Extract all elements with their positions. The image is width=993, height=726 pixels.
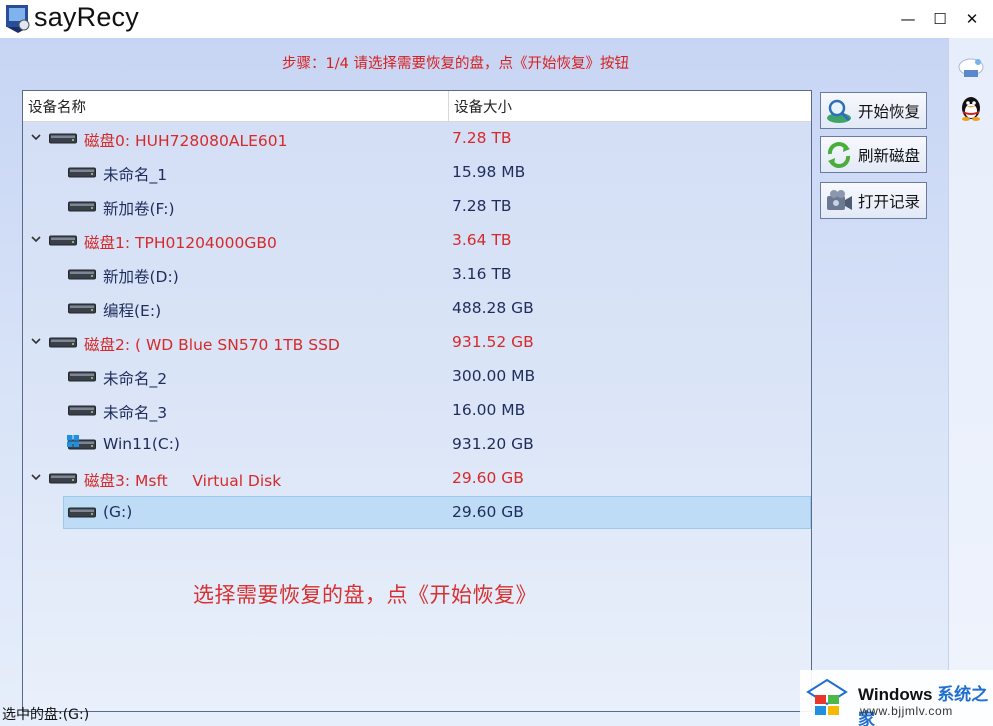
windows-logo-icon: [806, 678, 848, 715]
partition-row[interactable]: 未命名_3 16.00 MB: [23, 394, 811, 428]
hard-drive-icon: [68, 507, 96, 518]
column-header-device-size[interactable]: 设备大小: [454, 96, 512, 117]
device-list-header: 设备名称 设备大小: [23, 91, 811, 122]
column-separator[interactable]: [448, 91, 449, 121]
hint-text: 选择需要恢复的盘，点《开始恢复》: [193, 583, 537, 607]
device-list[interactable]: 设备名称 设备大小 磁盘0: HUH728080ALE601 7.28 TB 未命名…: [22, 90, 812, 712]
partition-row[interactable]: 新加卷(F:) 7.28 TB: [23, 190, 811, 224]
watermark-title-a: Windows: [858, 685, 938, 704]
disk-row[interactable]: 磁盘0: HUH728080ALE601 7.28 TB: [23, 122, 811, 156]
disk-row[interactable]: 磁盘3: Msft Virtual Disk 29.60 GB: [23, 462, 811, 496]
camera-recorder-icon: [827, 189, 852, 210]
chevron-down-icon[interactable]: [29, 470, 43, 484]
device-size: 15.98 MB: [452, 163, 526, 181]
device-name: 未命名_1: [103, 166, 168, 184]
device-name: 磁盘3: Msft Virtual Disk: [84, 472, 282, 490]
column-header-device-name[interactable]: 设备名称: [28, 96, 86, 117]
magnifier-disk-icon: [827, 99, 851, 123]
device-name: 编程(E:): [103, 302, 162, 320]
refresh-disk-label: 刷新磁盘: [858, 146, 921, 165]
selected-disk-status: 选中的盘:(G:): [2, 707, 90, 723]
device-name: 磁盘0: HUH728080ALE601: [84, 132, 288, 150]
chevron-down-icon[interactable]: [29, 334, 43, 348]
minimize-button[interactable]: —: [893, 6, 923, 32]
hard-drive-icon: [68, 303, 96, 314]
maximize-button[interactable]: ☐: [925, 6, 955, 32]
device-name: 未命名_2: [103, 370, 168, 388]
hard-drive-icon: [68, 269, 96, 280]
device-name: (G:): [103, 503, 133, 521]
hard-drive-icon: [49, 337, 77, 348]
device-size: 3.64 TB: [452, 231, 512, 249]
watermark-url: www.bjjmlv.com: [860, 704, 953, 718]
side-toolbar: [948, 38, 993, 670]
device-size: 7.28 TB: [452, 197, 512, 215]
hard-drive-icon: [68, 371, 96, 382]
device-name: 新加卷(D:): [103, 268, 179, 286]
device-size: 931.52 GB: [452, 333, 534, 351]
client-area: 步骤：1/4 请选择需要恢复的盘，点《开始恢复》按钮 设备名称 设备大小 磁盘0…: [0, 38, 993, 726]
app-window: sayRecy — ☐ ✕ 步骤：1/4 请选择需要恢复的盘，点《开始恢复》按钮…: [0, 0, 993, 726]
device-size: 931.20 GB: [452, 435, 534, 453]
open-log-label: 打开记录: [858, 192, 921, 211]
device-name: 磁盘2: ( WD Blue SN570 1TB SSD: [84, 336, 340, 354]
chevron-down-icon[interactable]: [29, 232, 43, 246]
site-watermark: Windows 系统之家 www.bjjmlv.com: [800, 670, 993, 726]
device-size: 300.00 MB: [452, 367, 536, 385]
hard-drive-icon: [49, 473, 77, 484]
hard-drive-icon: [68, 201, 96, 212]
watermark-title: Windows 系统之家: [858, 680, 993, 726]
device-size: 16.00 MB: [452, 401, 526, 419]
hard-drive-icon: [49, 235, 77, 246]
windows-logo-icon: [67, 435, 79, 447]
device-size: 3.16 TB: [452, 265, 512, 283]
hard-drive-icon: [68, 167, 96, 178]
window-title: sayRecy: [34, 2, 139, 32]
device-name: 未命名_3: [103, 404, 168, 422]
step-instruction: 步骤：1/4 请选择需要恢复的盘，点《开始恢复》按钮: [282, 56, 629, 72]
open-log-button[interactable]: 打开记录: [820, 182, 927, 219]
partition-row[interactable]: 未命名_2 300.00 MB: [23, 360, 811, 394]
partition-row[interactable]: 新加卷(D:) 3.16 TB: [23, 258, 811, 292]
device-size: 488.28 GB: [452, 299, 534, 317]
chevron-down-icon[interactable]: [29, 130, 43, 144]
disk-row[interactable]: 磁盘1: TPH01204000GB0 3.64 TB: [23, 224, 811, 258]
title-bar[interactable]: sayRecy — ☐ ✕: [0, 0, 993, 38]
device-size: 7.28 TB: [452, 129, 512, 147]
app-logo-icon: [6, 5, 30, 33]
qq-penguin-icon[interactable]: [956, 92, 986, 122]
start-recovery-label: 开始恢复: [858, 102, 921, 121]
partition-row[interactable]: 未命名_1 15.98 MB: [23, 156, 811, 190]
refresh-disk-button[interactable]: 刷新磁盘: [820, 136, 927, 173]
hard-drive-icon: [49, 133, 77, 144]
hard-drive-icon: [68, 405, 96, 416]
partition-row[interactable]: 编程(E:) 488.28 GB: [23, 292, 811, 326]
refresh-arrows-icon: [827, 141, 851, 168]
device-size: 29.60 GB: [452, 469, 524, 487]
device-name: 新加卷(F:): [103, 200, 175, 218]
disk-row[interactable]: 磁盘2: ( WD Blue SN570 1TB SSD 931.52 GB: [23, 326, 811, 360]
device-name: 磁盘1: TPH01204000GB0: [84, 234, 277, 252]
device-name: Win11(C:): [103, 435, 180, 453]
partition-row[interactable]: Win11(C:) 931.20 GB: [23, 428, 811, 462]
start-recovery-button[interactable]: 开始恢复: [820, 92, 927, 129]
close-button[interactable]: ✕: [957, 6, 987, 32]
cloud-network-icon[interactable]: [956, 52, 986, 82]
device-size: 29.60 GB: [452, 503, 524, 521]
selection-highlight: [63, 496, 811, 529]
partition-row[interactable]: (G:) 29.60 GB: [23, 496, 811, 530]
